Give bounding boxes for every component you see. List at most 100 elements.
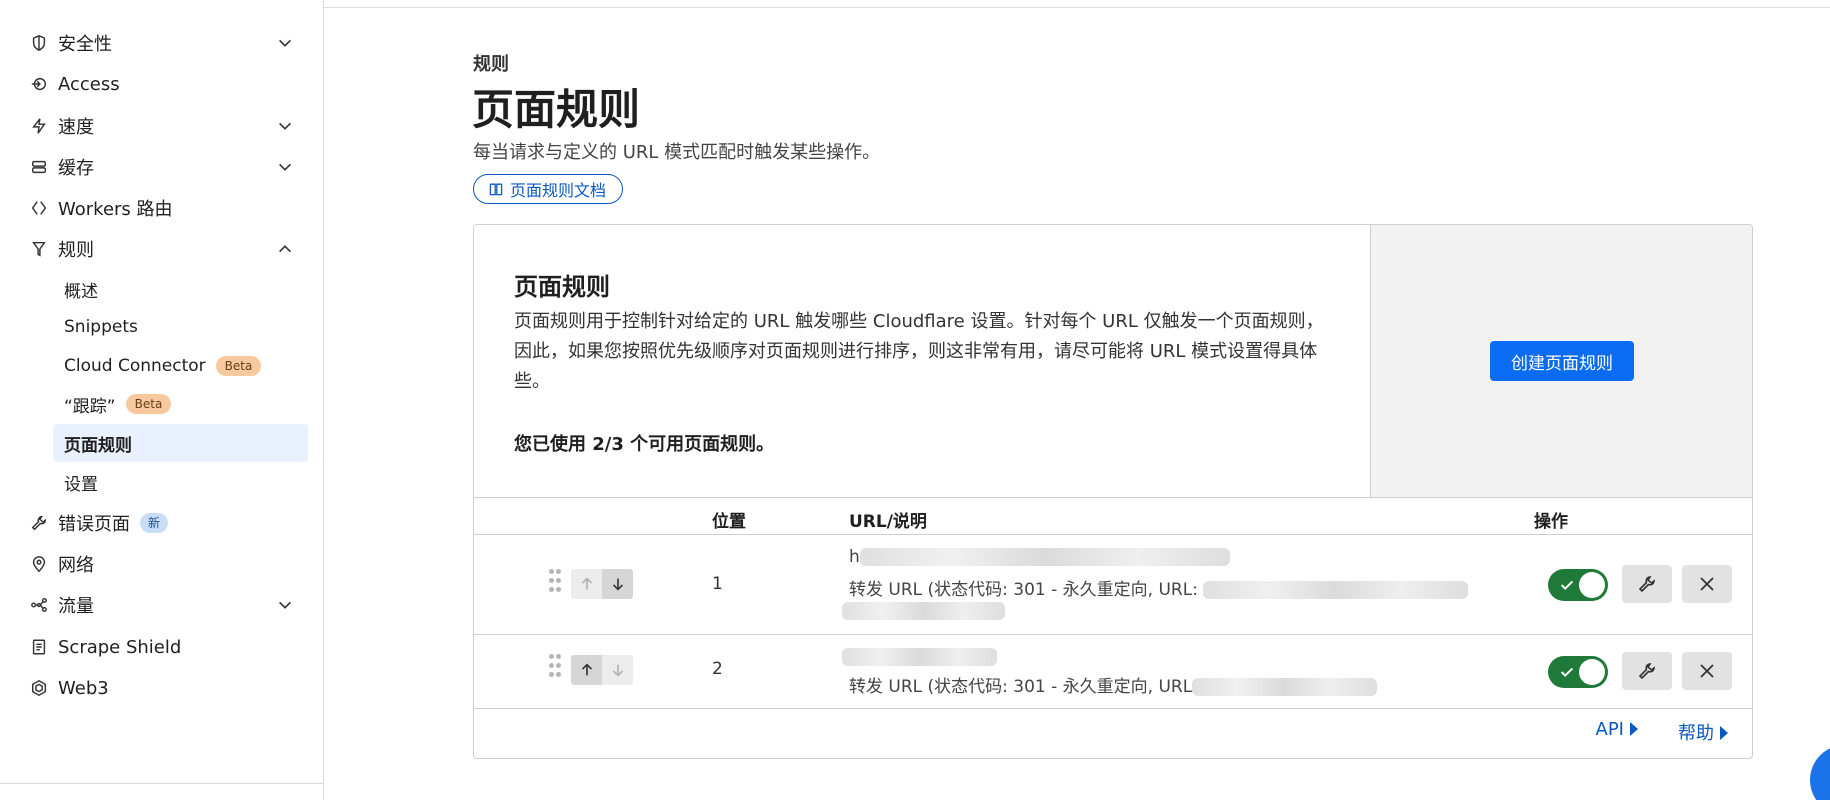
drag-handle-icon[interactable]	[549, 654, 561, 682]
support-chat-button[interactable]	[1810, 745, 1830, 800]
redacted-target-url	[1203, 581, 1469, 599]
usage-count: 您已使用 2/3 个可用页面规则。	[514, 434, 775, 455]
sidebar-item-web3[interactable]: Web3	[28, 670, 302, 706]
bolt-icon	[28, 115, 50, 137]
check-icon	[1560, 667, 1574, 678]
rule-url[interactable]: h	[849, 547, 1230, 567]
traffic-icon	[28, 594, 50, 616]
sidebar-item-error-pages[interactable]: 错误页面 新	[28, 505, 302, 541]
rule-action-description: 转发 URL (状态代码: 301 - 永久重定向, URL	[849, 672, 1378, 697]
arrow-up-icon	[581, 577, 592, 590]
redacted-url	[859, 548, 1230, 566]
sidebar-subitem-cloud-connector[interactable]: Cloud Connector Beta	[53, 347, 308, 385]
edit-rule-button[interactable]	[1622, 652, 1672, 690]
sidebar-item-label: 网络	[58, 555, 94, 576]
sidebar-item-traffic[interactable]: 流量	[28, 587, 302, 623]
sidebar-item-security[interactable]: 安全性	[28, 25, 302, 61]
sidebar-item-label: Scrape Shield	[58, 636, 182, 658]
move-up-button[interactable]	[571, 655, 602, 685]
sidebar-item-label: Workers 路由	[58, 199, 173, 220]
arrow-down-icon	[612, 664, 623, 677]
table-row: 2 转发 URL (状态代码: 301 - 永久重定向, URL	[474, 635, 1752, 709]
help-link[interactable]: 帮助	[1678, 719, 1728, 745]
wrench-icon	[1638, 663, 1655, 680]
docs-link-label: 页面规则文档	[510, 181, 607, 200]
sidebar-item-label: Web3	[58, 677, 109, 699]
move-down-button[interactable]	[602, 569, 633, 599]
sidebar-subitem-label: Cloud Connector	[64, 356, 206, 376]
column-header-actions: 操作	[1534, 512, 1568, 532]
delete-rule-button[interactable]	[1682, 652, 1732, 690]
page-rules-docs-link[interactable]: 页面规则文档	[473, 174, 624, 204]
move-down-button[interactable]	[602, 655, 633, 685]
sidebar-subitem-settings[interactable]: 设置	[53, 463, 308, 501]
api-link-label: API	[1595, 719, 1624, 740]
beta-badge: Beta	[215, 356, 262, 376]
column-header-url: URL/说明	[849, 512, 927, 532]
new-badge: 新	[140, 513, 169, 533]
rule-enabled-toggle[interactable]	[1548, 656, 1608, 688]
redacted-url	[842, 648, 997, 666]
funnel-icon	[28, 238, 50, 260]
sidebar-item-label: 安全性	[58, 34, 112, 55]
check-icon	[1560, 580, 1574, 591]
rule-url[interactable]	[842, 647, 997, 667]
api-link[interactable]: API	[1596, 719, 1638, 745]
storage-icon	[28, 156, 50, 178]
breadcrumb: 规则	[473, 54, 509, 75]
sidebar-subitem-trace[interactable]: “跟踪” Beta	[53, 385, 308, 423]
create-page-rule-button[interactable]: 创建页面规则	[1490, 341, 1634, 381]
edit-rule-button[interactable]	[1622, 565, 1672, 603]
arrow-down-icon	[612, 578, 623, 591]
shield-icon	[28, 32, 50, 54]
web3-icon	[28, 677, 50, 699]
sidebar-item-speed[interactable]: 速度	[28, 108, 302, 144]
sidebar-item-cache[interactable]: 缓存	[28, 149, 302, 185]
sidebar-item-workers-routes[interactable]: Workers 路由	[28, 190, 302, 226]
rule-position: 2	[712, 659, 723, 679]
rule-action-text: 转发 URL (状态代码: 301 - 永久重定向, URL:	[849, 580, 1198, 600]
chevron-down-icon[interactable]	[276, 596, 294, 614]
caret-right-icon	[1720, 726, 1728, 740]
column-header-position: 位置	[712, 512, 746, 532]
sidebar-subitem-snippets[interactable]: Snippets	[53, 308, 308, 346]
rule-url-prefix: h	[849, 547, 860, 567]
sidebar-item-label: 缓存	[58, 158, 94, 179]
rule-action-text: 转发 URL (状态代码: 301 - 永久重定向, URL	[849, 677, 1193, 697]
sidebar-subitem-overview[interactable]: 概述	[53, 270, 308, 308]
sidebar-item-label: 流量	[58, 596, 94, 617]
sidebar-subitem-label: 设置	[64, 474, 98, 495]
sidebar-subitem-label: 概述	[64, 281, 98, 302]
close-icon	[1700, 664, 1714, 678]
rule-position: 1	[712, 574, 723, 594]
book-icon	[489, 183, 503, 196]
wrench-icon	[1638, 576, 1655, 593]
sidebar-item-rules[interactable]: 规则	[28, 231, 302, 267]
sidebar-item-scrape-shield[interactable]: Scrape Shield	[28, 629, 302, 665]
redacted-target-url	[842, 602, 1005, 620]
rule-enabled-toggle[interactable]	[1548, 569, 1608, 601]
drag-handle-icon[interactable]	[549, 569, 561, 597]
page-title: 页面规则	[472, 85, 641, 134]
chevron-down-icon[interactable]	[276, 158, 294, 176]
card-title: 页面规则	[514, 273, 610, 301]
sidebar: 安全性 Access 速度 缓存 Workers 路由 规则 概述 Snippe…	[0, 0, 324, 800]
reorder-buttons	[571, 655, 633, 685]
sidebar-item-label: 错误页面	[58, 514, 130, 535]
sidebar-item-network[interactable]: 网络	[28, 546, 302, 582]
sidebar-subitem-label: 页面规则	[64, 435, 132, 456]
location-pin-icon	[28, 553, 50, 575]
page-rules-card: 页面规则 页面规则用于控制针对给定的 URL 触发哪些 Cloudflare 设…	[473, 224, 1753, 759]
page-subtitle: 每当请求与定义的 URL 模式匹配时触发某些操作。	[473, 142, 881, 163]
chevron-down-icon[interactable]	[276, 117, 294, 135]
move-up-button[interactable]	[571, 569, 602, 599]
sidebar-subitem-page-rules[interactable]: 页面规则	[53, 424, 308, 462]
sidebar-item-label: 规则	[58, 240, 94, 261]
sidebar-item-access[interactable]: Access	[28, 66, 302, 102]
chevron-down-icon[interactable]	[276, 34, 294, 52]
chevron-up-icon[interactable]	[276, 240, 294, 258]
reorder-buttons	[571, 569, 633, 599]
sidebar-subitem-label: “跟踪”	[64, 396, 116, 417]
card-description: 页面规则用于控制针对给定的 URL 触发哪些 Cloudflare 设置。针对每…	[514, 311, 1324, 392]
delete-rule-button[interactable]	[1682, 565, 1732, 603]
